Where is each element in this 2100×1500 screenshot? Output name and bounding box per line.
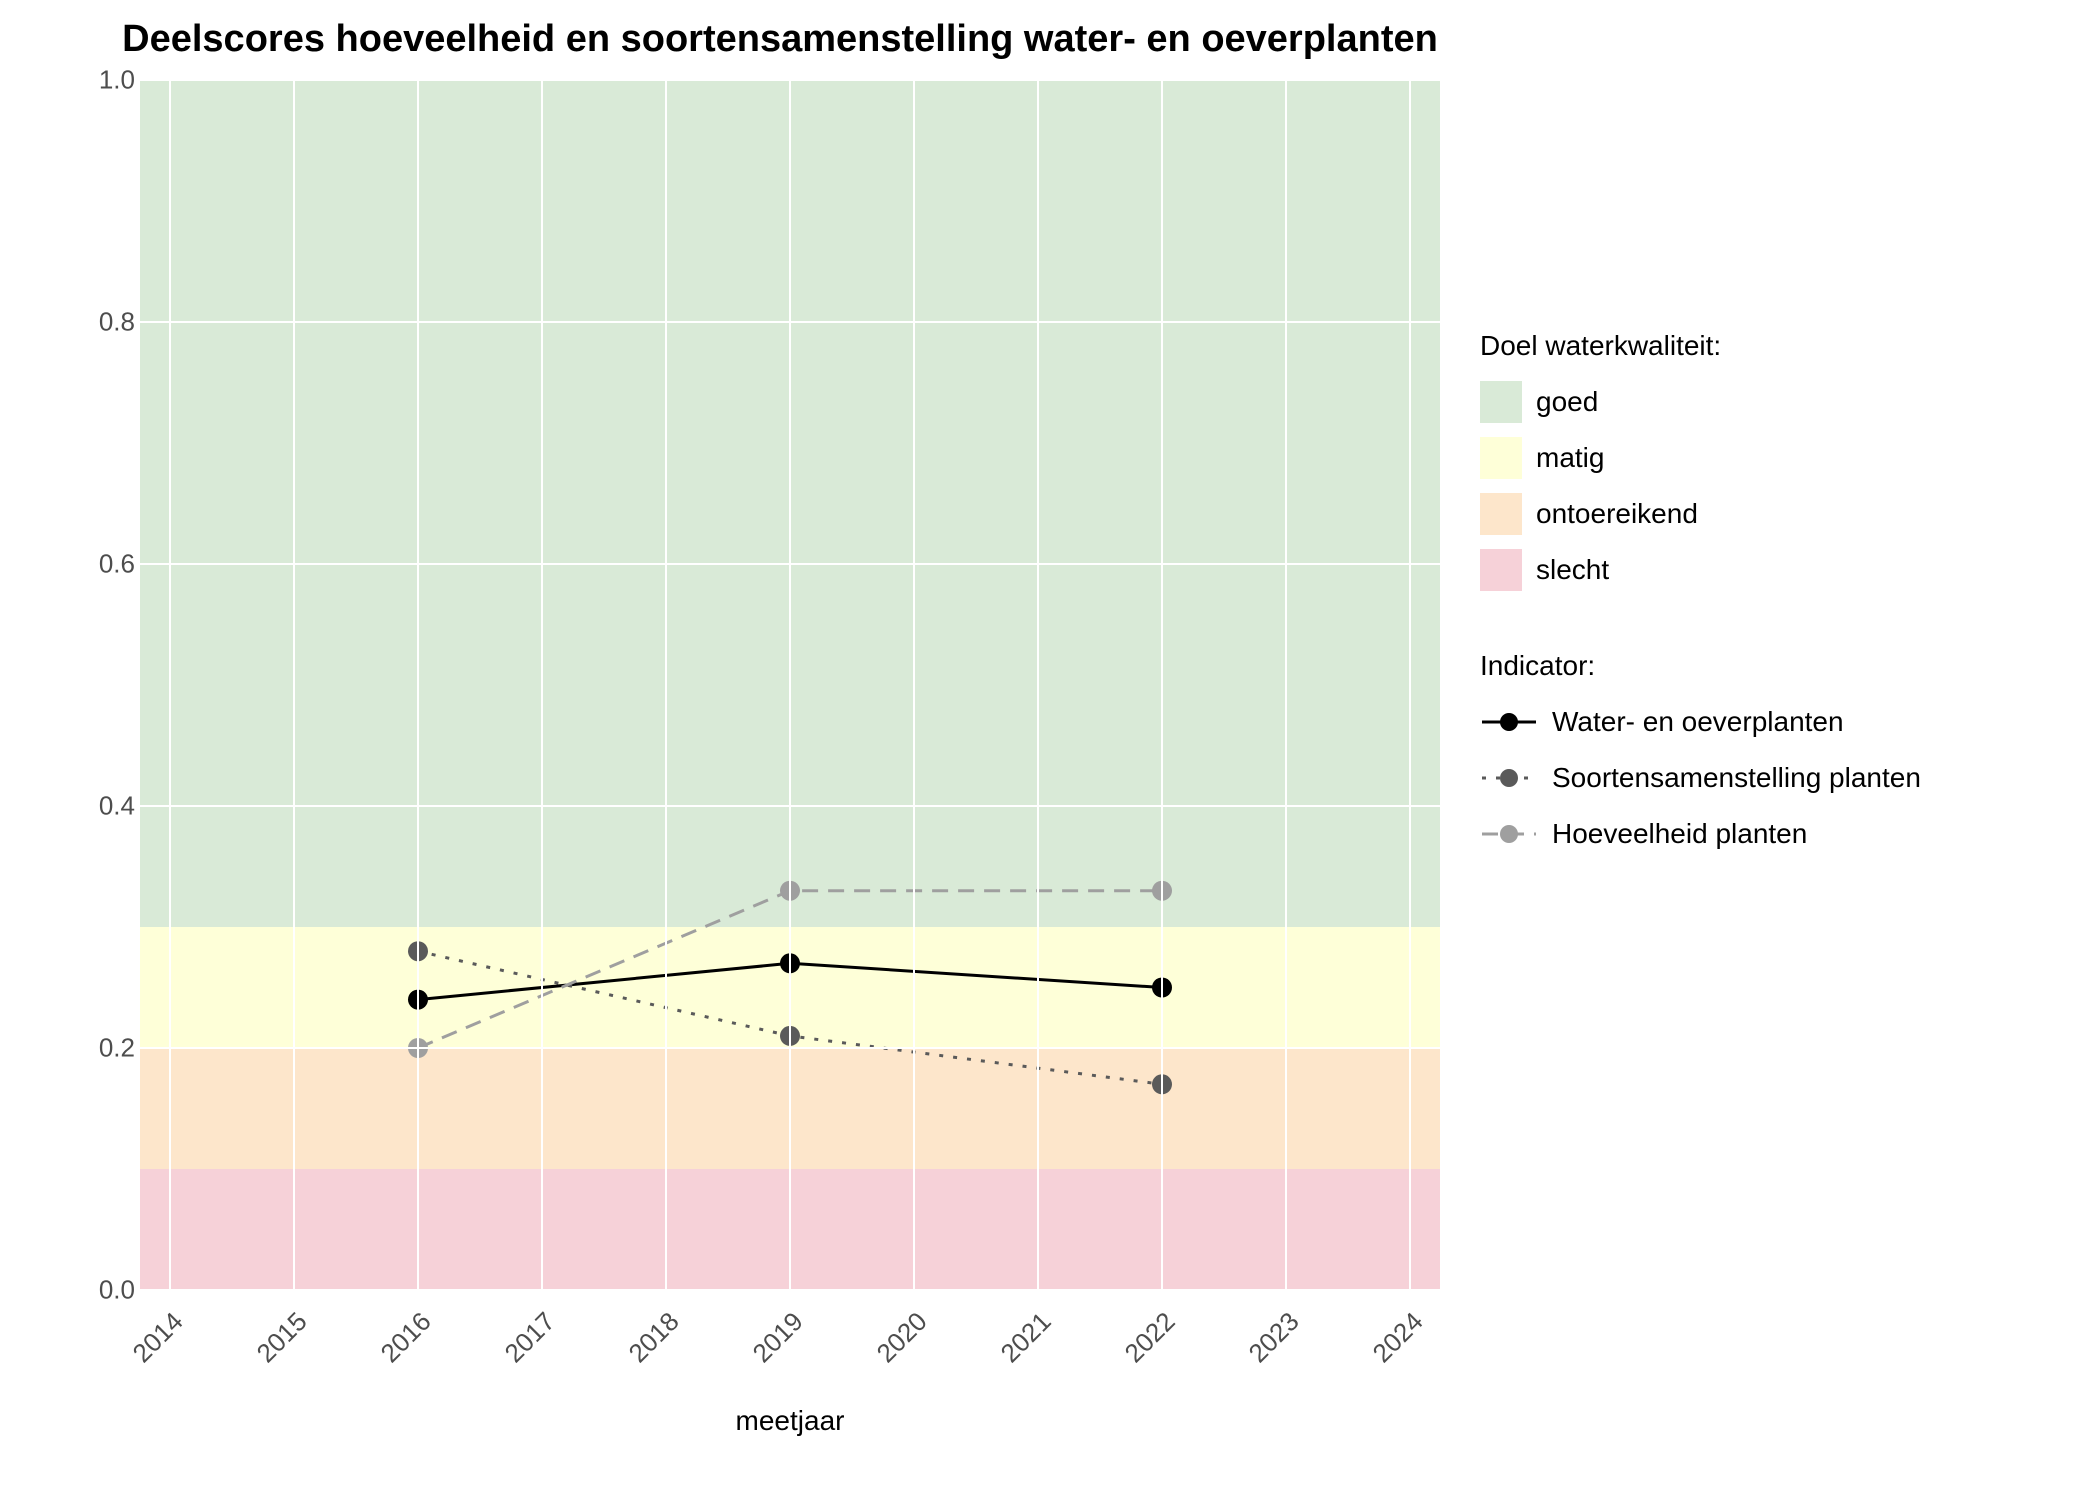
x-axis-label: meetjaar <box>140 1405 1440 1437</box>
gridline-v <box>541 80 543 1290</box>
legend-band-label: slecht <box>1536 554 1609 586</box>
gridline-v <box>169 80 171 1290</box>
legend: Doel waterkwaliteit: goed matig ontoereike… <box>1480 330 1921 868</box>
gridline-v <box>417 80 419 1290</box>
x-tick-label: 2023 <box>1243 1306 1306 1369</box>
y-tick-label: 0.4 <box>95 791 135 822</box>
legend-band-label: goed <box>1536 386 1598 418</box>
x-tick-label: 2018 <box>623 1306 686 1369</box>
x-tick-label: 2014 <box>127 1306 190 1369</box>
gridline-v <box>293 80 295 1290</box>
y-tick-label: 0.0 <box>95 1275 135 1306</box>
legend-band-label: ontoereikend <box>1536 498 1698 530</box>
gridline-v <box>789 80 791 1290</box>
legend-band-row: goed <box>1480 380 1921 424</box>
legend-line-swatch <box>1480 701 1538 743</box>
gridline-v <box>913 80 915 1290</box>
x-tick-label: 2015 <box>251 1306 314 1369</box>
y-tick-label: 0.8 <box>95 307 135 338</box>
x-tick-label: 2021 <box>995 1306 1058 1369</box>
x-tick-label: 2019 <box>747 1306 810 1369</box>
y-tick-label: 0.6 <box>95 549 135 580</box>
legend-series-row: Water- en oeverplanten <box>1480 700 1921 744</box>
x-tick-label: 2016 <box>375 1306 438 1369</box>
gridline-v <box>665 80 667 1290</box>
x-tick-label: 2022 <box>1119 1306 1182 1369</box>
legend-series-label: Hoeveelheid planten <box>1552 818 1807 850</box>
y-tick-label: 1.0 <box>95 65 135 96</box>
x-tick-label: 2017 <box>499 1306 562 1369</box>
legend-series-label: Soortensamenstelling planten <box>1552 762 1921 794</box>
gridline-v <box>1037 80 1039 1290</box>
legend-series-title: Indicator: <box>1480 650 1921 682</box>
x-tick-label: 2020 <box>871 1306 934 1369</box>
plot-area <box>140 80 1440 1290</box>
legend-swatch <box>1480 381 1522 423</box>
chart-title: Deelscores hoeveelheid en soortensamenst… <box>120 18 1440 61</box>
legend-series-label: Water- en oeverplanten <box>1552 706 1844 738</box>
gridline-v <box>1161 80 1163 1290</box>
gridline-v <box>1409 80 1411 1290</box>
gridline-v <box>1285 80 1287 1290</box>
y-tick-label: 0.2 <box>95 1033 135 1064</box>
legend-swatch <box>1480 549 1522 591</box>
x-tick-label: 2024 <box>1367 1306 1430 1369</box>
legend-swatch <box>1480 493 1522 535</box>
legend-line-swatch <box>1480 813 1538 855</box>
legend-band-row: ontoereikend <box>1480 492 1921 536</box>
legend-band-row: slecht <box>1480 548 1921 592</box>
legend-line-swatch <box>1480 757 1538 799</box>
chart-container: Deelscores hoeveelheid en soortensamenst… <box>0 0 2100 1500</box>
legend-bands-title: Doel waterkwaliteit: <box>1480 330 1921 362</box>
legend-swatch <box>1480 437 1522 479</box>
legend-band-row: matig <box>1480 436 1921 480</box>
legend-band-label: matig <box>1536 442 1604 474</box>
legend-series-row: Soortensamenstelling planten <box>1480 756 1921 800</box>
legend-series-row: Hoeveelheid planten <box>1480 812 1921 856</box>
